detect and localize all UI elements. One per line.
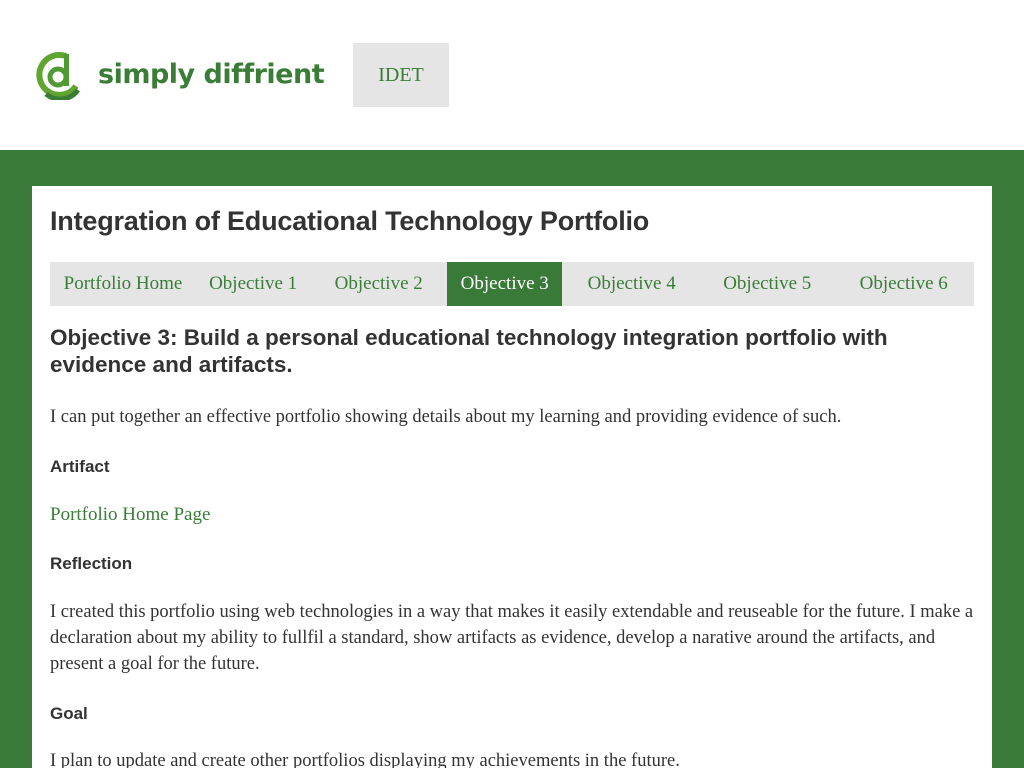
artifact-heading: Artifact <box>50 457 110 476</box>
nav-item-idet[interactable]: IDET <box>353 43 449 107</box>
content-card: Integration of Educational Technology Po… <box>32 186 992 768</box>
page-title: Integration of Educational Technology Po… <box>50 206 650 236</box>
logo-d-icon <box>36 51 80 100</box>
intro-text: I can put together an effective portfoli… <box>50 407 842 427</box>
tab-objective-1[interactable]: Objective 1 <box>196 262 310 306</box>
artifact-link[interactable]: Portfolio Home Page <box>50 502 210 528</box>
site-header: simply diffrient IDET <box>0 0 1024 150</box>
site-logo-link[interactable]: simply diffrient <box>36 50 325 100</box>
tab-objective-5[interactable]: Objective 5 <box>701 262 833 306</box>
reflection-heading: Reflection <box>50 554 133 573</box>
portfolio-tabs: Portfolio Home Objective 1 Objective 2 O… <box>50 262 974 306</box>
logo-text: simply diffrient <box>98 58 325 90</box>
objective-heading: Objective 3: Build a personal educationa… <box>50 325 888 377</box>
tab-portfolio-home[interactable]: Portfolio Home <box>50 262 196 306</box>
tab-objective-4[interactable]: Objective 4 <box>562 262 701 306</box>
tab-objective-2[interactable]: Objective 2 <box>310 262 447 306</box>
tab-objective-6[interactable]: Objective 6 <box>833 262 974 306</box>
tab-objective-3[interactable]: Objective 3 <box>447 262 563 306</box>
reflection-text: I created this portfolio using web techn… <box>50 602 974 674</box>
goal-text: I plan to update and create other portfo… <box>50 751 680 768</box>
goal-heading: Goal <box>50 704 88 723</box>
